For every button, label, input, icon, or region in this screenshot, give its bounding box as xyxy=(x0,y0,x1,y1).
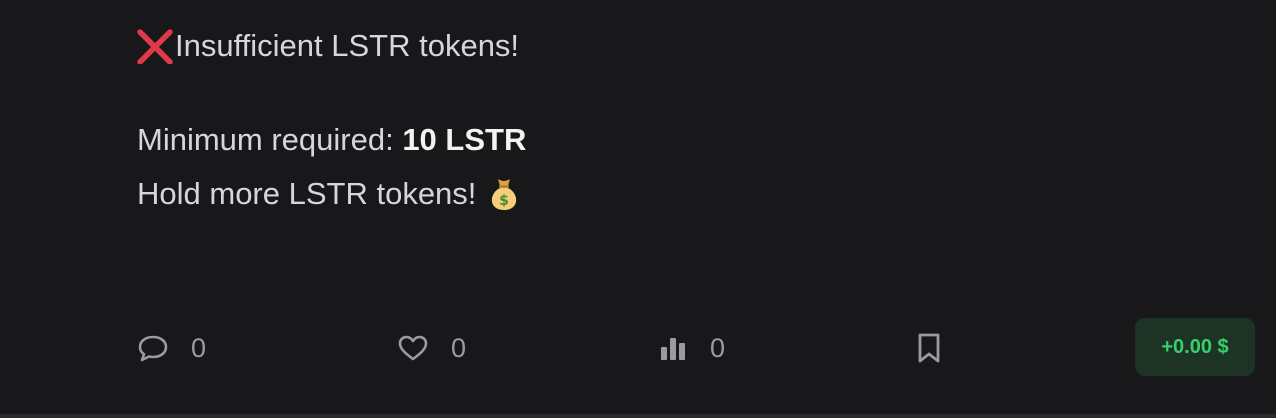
views-button[interactable]: 0 xyxy=(658,326,725,370)
hint-line: Hold more LSTR tokens! $ xyxy=(137,176,524,216)
like-count: 0 xyxy=(451,332,467,363)
like-button[interactable]: 0 xyxy=(397,326,466,370)
minimum-value: 10 LSTR xyxy=(402,122,527,157)
minimum-required-line: Minimum required: 10 LSTR xyxy=(137,122,526,158)
svg-text:$: $ xyxy=(500,193,510,209)
minimum-label: Minimum required: xyxy=(137,122,403,157)
views-count: 0 xyxy=(710,332,726,363)
error-line: Insufficient LSTR tokens! xyxy=(137,28,519,64)
cross-icon xyxy=(137,28,175,64)
post-card: Insufficient LSTR tokens! Minimum requir… xyxy=(0,0,1276,414)
comment-count: 0 xyxy=(191,332,207,363)
comment-button[interactable]: 0 xyxy=(137,326,206,370)
bar-chart-icon xyxy=(661,338,685,360)
heart-icon xyxy=(398,335,428,361)
earnings-badge[interactable]: +0.00 $ xyxy=(1135,318,1255,376)
divider xyxy=(0,414,1276,418)
earnings-label: +0.00 $ xyxy=(1161,335,1229,358)
comment-icon xyxy=(138,335,168,362)
bookmark-icon xyxy=(918,333,940,363)
hint-text: Hold more LSTR tokens! xyxy=(137,176,477,211)
error-text: Insufficient LSTR tokens! xyxy=(175,28,520,63)
money-bag-icon: $ xyxy=(484,173,524,213)
bookmark-button[interactable] xyxy=(914,326,944,370)
